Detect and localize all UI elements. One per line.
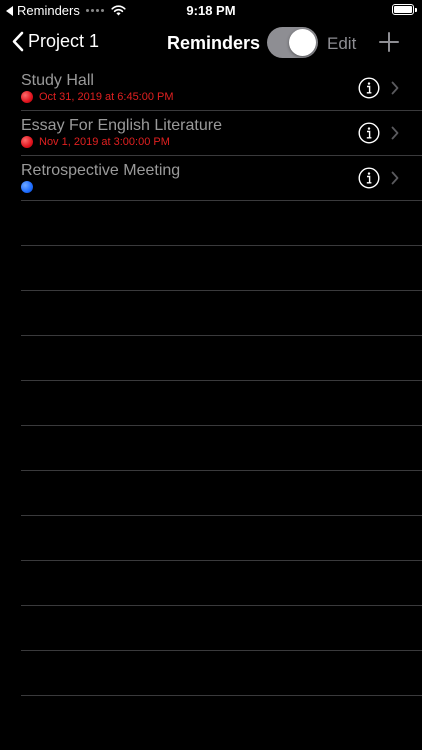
empty-list-row: [21, 651, 422, 696]
reminder-title: Study Hall: [21, 72, 94, 89]
reminder-subtitle: Oct 31, 2019 at 6:45:00 PM: [21, 91, 174, 103]
add-icon[interactable]: [378, 31, 400, 53]
reminder-date: Oct 31, 2019 at 6:45:00 PM: [39, 91, 174, 103]
empty-list-row: [21, 606, 422, 651]
priority-dot-icon: [21, 181, 33, 193]
priority-dot-icon: [21, 136, 33, 148]
reminder-date: Nov 1, 2019 at 3:00:00 PM: [39, 136, 170, 148]
reminders-toggle[interactable]: [267, 27, 318, 58]
empty-list-row: [21, 381, 422, 426]
reminder-row[interactable]: Retrospective Meeting: [21, 156, 422, 201]
reminder-row[interactable]: Study Hall Oct 31, 2019 at 6:45:00 PM: [21, 66, 422, 111]
reminders-list: Study Hall Oct 31, 2019 at 6:45:00 PM Es…: [0, 66, 422, 696]
reminder-subtitle: Nov 1, 2019 at 3:00:00 PM: [21, 136, 170, 148]
chevron-right-icon[interactable]: [391, 171, 399, 185]
navigation-bar: Project 1 Reminders Edit: [0, 22, 422, 66]
back-button[interactable]: Project 1: [12, 31, 99, 52]
status-time: 9:18 PM: [186, 3, 236, 18]
empty-list-row: [21, 516, 422, 561]
empty-list-row: [21, 336, 422, 381]
info-icon[interactable]: [358, 167, 380, 189]
empty-list-row: [21, 561, 422, 606]
empty-list-row: [21, 426, 422, 471]
empty-list-row: [21, 291, 422, 336]
chevron-right-icon[interactable]: [391, 81, 399, 95]
page-title: Reminders: [167, 33, 261, 53]
edit-button[interactable]: Edit: [327, 34, 356, 54]
status-bar: Reminders 9:18 PM: [0, 0, 422, 22]
empty-rows-container: [0, 201, 422, 696]
priority-dot-icon: [21, 91, 33, 103]
chevron-right-icon[interactable]: [391, 126, 399, 140]
chevron-left-icon: [12, 31, 24, 52]
reminder-row[interactable]: Essay For English Literature Nov 1, 2019…: [21, 111, 422, 156]
info-icon[interactable]: [358, 122, 380, 144]
empty-list-row: [21, 246, 422, 291]
reminder-title: Retrospective Meeting: [21, 162, 181, 179]
empty-list-row: [21, 471, 422, 516]
empty-list-row: [21, 201, 422, 246]
reminder-subtitle: [21, 181, 39, 193]
reminder-title: Essay For English Literature: [21, 117, 222, 134]
toggle-knob: [289, 29, 316, 56]
battery-icon: [392, 4, 417, 15]
info-icon[interactable]: [358, 77, 380, 99]
back-button-label: Project 1: [28, 31, 100, 51]
